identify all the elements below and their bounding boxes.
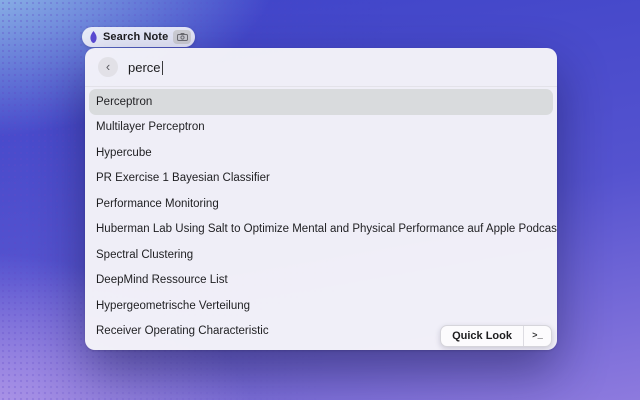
result-row[interactable]: Perceptron: [89, 89, 553, 115]
search-bar: ‹ perce: [85, 48, 557, 86]
result-row[interactable]: Hypergeometrische Verteilung: [89, 293, 553, 319]
back-button[interactable]: ‹: [98, 57, 118, 77]
quick-look-button[interactable]: Quick Look: [441, 326, 523, 346]
result-row[interactable]: Spectral Clustering: [89, 242, 553, 268]
launcher-pill-label: Search Note: [103, 31, 169, 43]
search-input[interactable]: perce: [128, 59, 164, 75]
result-row[interactable]: DeepMind Ressource List: [89, 268, 553, 294]
search-query-text: perce: [128, 59, 161, 75]
result-row[interactable]: Huberman Lab Using Salt to Optimize Ment…: [89, 217, 557, 243]
text-caret: [161, 60, 164, 75]
terminal-icon[interactable]: >_: [524, 326, 551, 346]
search-panel: ‹ perce Perceptron Multilayer Perceptron H…: [85, 48, 557, 350]
action-bar: Quick Look >_: [440, 325, 552, 347]
results-list: Perceptron Multilayer Perceptron Hypercube…: [85, 87, 557, 350]
launcher-pill[interactable]: Search Note: [82, 27, 196, 47]
quill-note-icon: [89, 31, 98, 43]
camera-icon: [173, 30, 192, 44]
result-row[interactable]: Performance Monitoring: [89, 191, 553, 217]
result-row[interactable]: Hypercube: [89, 140, 553, 166]
result-row[interactable]: PR Exercise 1 Bayesian Classifier: [89, 166, 553, 192]
result-row[interactable]: Multilayer Perceptron: [89, 115, 553, 141]
